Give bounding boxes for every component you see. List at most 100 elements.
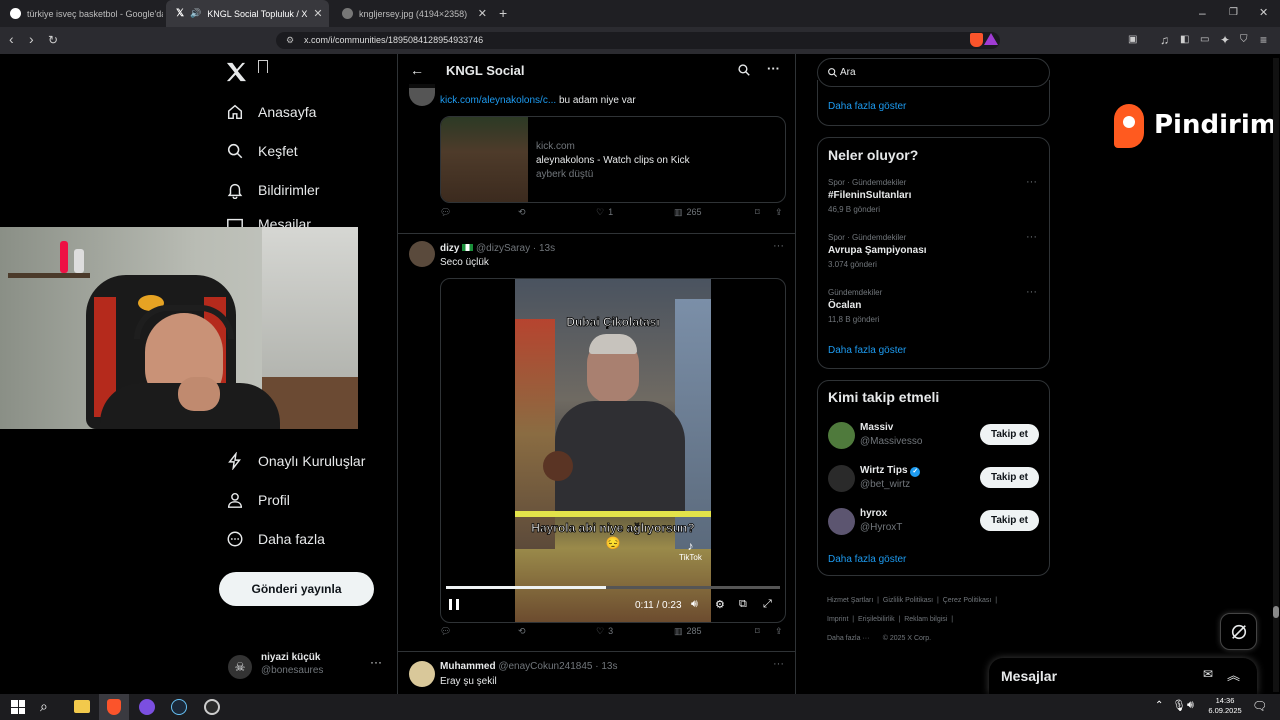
repost-icon[interactable]: ⟲ — [518, 626, 526, 637]
close-tab-icon[interactable]: ✕ — [478, 7, 487, 20]
browser-tab-x[interactable]: 𝕏 🔊 KNGL Social Topluluk / X ✕ — [166, 0, 329, 27]
share-icon[interactable]: ⇪ — [775, 626, 783, 637]
footer-more[interactable]: Daha fazla ··· — [827, 635, 869, 642]
nav-more[interactable]: Daha fazla — [226, 527, 325, 551]
avatar[interactable] — [409, 241, 435, 267]
new-tab-icon[interactable]: + — [499, 6, 507, 20]
windows-start-icon[interactable] — [11, 700, 25, 714]
footer-cookies[interactable]: Çerez Politikası — [943, 597, 992, 604]
post-link[interactable]: kick.com/aleynakolons/c... — [440, 95, 556, 106]
sidebar-toggle-icon[interactable]: ◧ — [1180, 34, 1189, 46]
nav-explore[interactable]: Keşfet — [226, 139, 298, 163]
avatar[interactable] — [409, 661, 435, 687]
views-button[interactable]: ▥ 265 — [674, 207, 702, 218]
footer-terms[interactable]: Hizmet Şartları — [827, 597, 873, 604]
footer-accessibility[interactable]: Erişilebilirlik — [858, 616, 895, 623]
new-message-icon[interactable]: ✉ — [1203, 667, 1213, 681]
share-icon[interactable]: ⇪ — [775, 207, 783, 218]
post[interactable]: Muhammed @enayCokun241845 · 13s ··· Eray… — [398, 653, 795, 694]
account-switcher[interactable]: ☠ niyazi küçük @bonesaures ··· — [228, 652, 393, 682]
video-player[interactable]: Dubai Çikolatası Hayrola abi niye ağlıyo… — [440, 278, 786, 623]
nav-messages[interactable]: Mesajlar — [226, 216, 311, 227]
trend-more-icon[interactable]: ··· — [1026, 286, 1037, 298]
post[interactable]: kick.com/aleynakolons/c... bu adam niye … — [398, 84, 795, 234]
page-scrollbar[interactable] — [1273, 58, 1279, 692]
footer-privacy[interactable]: Gizlilik Politikası — [883, 597, 933, 604]
link-card[interactable]: kick.com aleynakolons - Watch clips on K… — [440, 116, 786, 203]
grok-button[interactable] — [1220, 613, 1257, 650]
post-button[interactable]: Gönderi yayınla — [219, 572, 374, 606]
footer-ads-info[interactable]: Reklam bilgisi — [904, 616, 947, 623]
more-dots-icon[interactable]: ··· — [767, 61, 780, 76]
taskbar-clock[interactable]: 14:36 6.09.2025 — [1205, 696, 1245, 716]
brave-rewards-icon[interactable] — [984, 33, 998, 45]
media-icon[interactable]: ♫ — [1160, 34, 1169, 46]
microphone-icon[interactable]: 🎙︎ — [1172, 699, 1186, 712]
nav-notifications[interactable]: Bildirimler — [226, 178, 319, 202]
trend-item[interactable]: Spor · Gündemdekiler Avrupa Şampiyonası … — [818, 231, 1049, 281]
author-name[interactable]: dizy — [440, 243, 459, 254]
volume-icon[interactable]: 🔊︎ — [691, 598, 698, 611]
settings-icon[interactable]: ⚙ — [715, 598, 725, 611]
reply-icon[interactable]: 💬︎ — [440, 207, 451, 218]
browser-tab-google[interactable]: türkiye isveç basketbol - Google'da A — [0, 0, 163, 27]
back-icon[interactable]: ‹ — [9, 32, 14, 46]
app-icon[interactable] — [139, 699, 155, 715]
author-handle[interactable]: @dizySaray — [476, 243, 530, 254]
x-logo-icon[interactable] — [225, 62, 247, 82]
repost-icon[interactable]: ⟲ — [518, 207, 526, 218]
like-button[interactable]: ♡ 3 — [596, 626, 613, 637]
reader-icon[interactable]: ▣ — [1128, 34, 1137, 46]
trend-more-icon[interactable]: ··· — [1026, 176, 1037, 188]
leo-icon[interactable]: ✦ — [1220, 34, 1230, 46]
more-dots-icon[interactable]: ··· — [370, 655, 382, 669]
author-name[interactable]: Muhammed — [440, 661, 496, 672]
wallet-icon[interactable]: ▭ — [1200, 34, 1209, 46]
trend-item[interactable]: Spor · Gündemdekiler #FileninSultanları … — [818, 176, 1049, 226]
follow-button[interactable]: Takip et — [980, 424, 1039, 445]
site-info-icon[interactable]: ⚙ — [286, 32, 294, 49]
reply-icon[interactable]: 💬︎ — [440, 626, 451, 637]
nav-home[interactable]: Anasayfa — [226, 100, 316, 124]
steam-icon[interactable] — [171, 699, 187, 715]
restore-icon[interactable]: ❐ — [1229, 7, 1238, 19]
trend-more-icon[interactable]: ··· — [1026, 231, 1037, 243]
author-handle[interactable]: @enayCokun241845 — [498, 661, 592, 672]
window-close-icon[interactable]: ✕ — [1259, 7, 1268, 19]
pause-icon[interactable] — [449, 599, 459, 610]
browser-tab-image[interactable]: kngljersey.jpg (4194×2358) ✕ — [332, 0, 495, 27]
follow-suggestion[interactable]: Massiv @Massivesso Takip et — [818, 419, 1049, 459]
bookmark-icon[interactable]: ⌑ — [755, 626, 760, 637]
address-bar[interactable]: ⚙ x.com/i/communities/189508412895493374… — [276, 32, 1000, 49]
post-more-icon[interactable]: ··· — [773, 658, 784, 670]
bookmark-icon[interactable] — [258, 60, 268, 73]
nav-verified-orgs[interactable]: Onaylı Kuruluşlar — [226, 449, 365, 473]
show-more-follow-link[interactable]: Daha fazla göster — [828, 554, 906, 565]
menu-icon[interactable]: ≡ — [1260, 34, 1267, 46]
vpn-icon[interactable]: ⛉ — [1240, 34, 1248, 46]
file-explorer-icon[interactable] — [74, 700, 90, 713]
scrollbar-thumb[interactable] — [1273, 606, 1279, 618]
footer-imprint[interactable]: Imprint — [827, 616, 848, 623]
views-button[interactable]: ▥ 285 — [674, 626, 702, 637]
expand-chevrons-icon[interactable]: ︽ — [1227, 665, 1240, 684]
fullscreen-icon[interactable]: ⤢ — [763, 598, 772, 611]
reload-icon[interactable]: ↻ — [48, 34, 58, 46]
brave-shield-icon[interactable] — [970, 33, 983, 47]
like-button[interactable]: ♡ 1 — [596, 207, 613, 218]
search-icon[interactable] — [737, 63, 751, 77]
obs-icon[interactable] — [204, 699, 220, 715]
post[interactable]: dizy @dizySaray · 13s ··· Seco üçlük Dub… — [398, 235, 795, 652]
taskbar-active-app[interactable] — [99, 694, 129, 720]
follow-suggestion[interactable]: Wirtz Tips ✓ @bet_wirtz Takip et — [818, 462, 1049, 502]
messages-drawer[interactable]: Mesajlar ✉ ︽ — [989, 658, 1257, 694]
bookmark-icon[interactable]: ⌑ — [755, 207, 760, 218]
show-more-link[interactable]: Daha fazla göster — [828, 101, 906, 112]
follow-suggestion[interactable]: hyrox @HyroxT Takip et — [818, 505, 1049, 545]
notification-center-icon[interactable]: 🗨︎ — [1252, 699, 1267, 713]
back-arrow-icon[interactable]: ← — [410, 62, 424, 78]
close-tab-icon[interactable]: ✕ — [313, 7, 322, 20]
forward-icon[interactable]: › — [29, 32, 34, 46]
show-more-trends-link[interactable]: Daha fazla göster — [828, 345, 906, 356]
minimize-icon[interactable]: – — [1199, 7, 1206, 19]
